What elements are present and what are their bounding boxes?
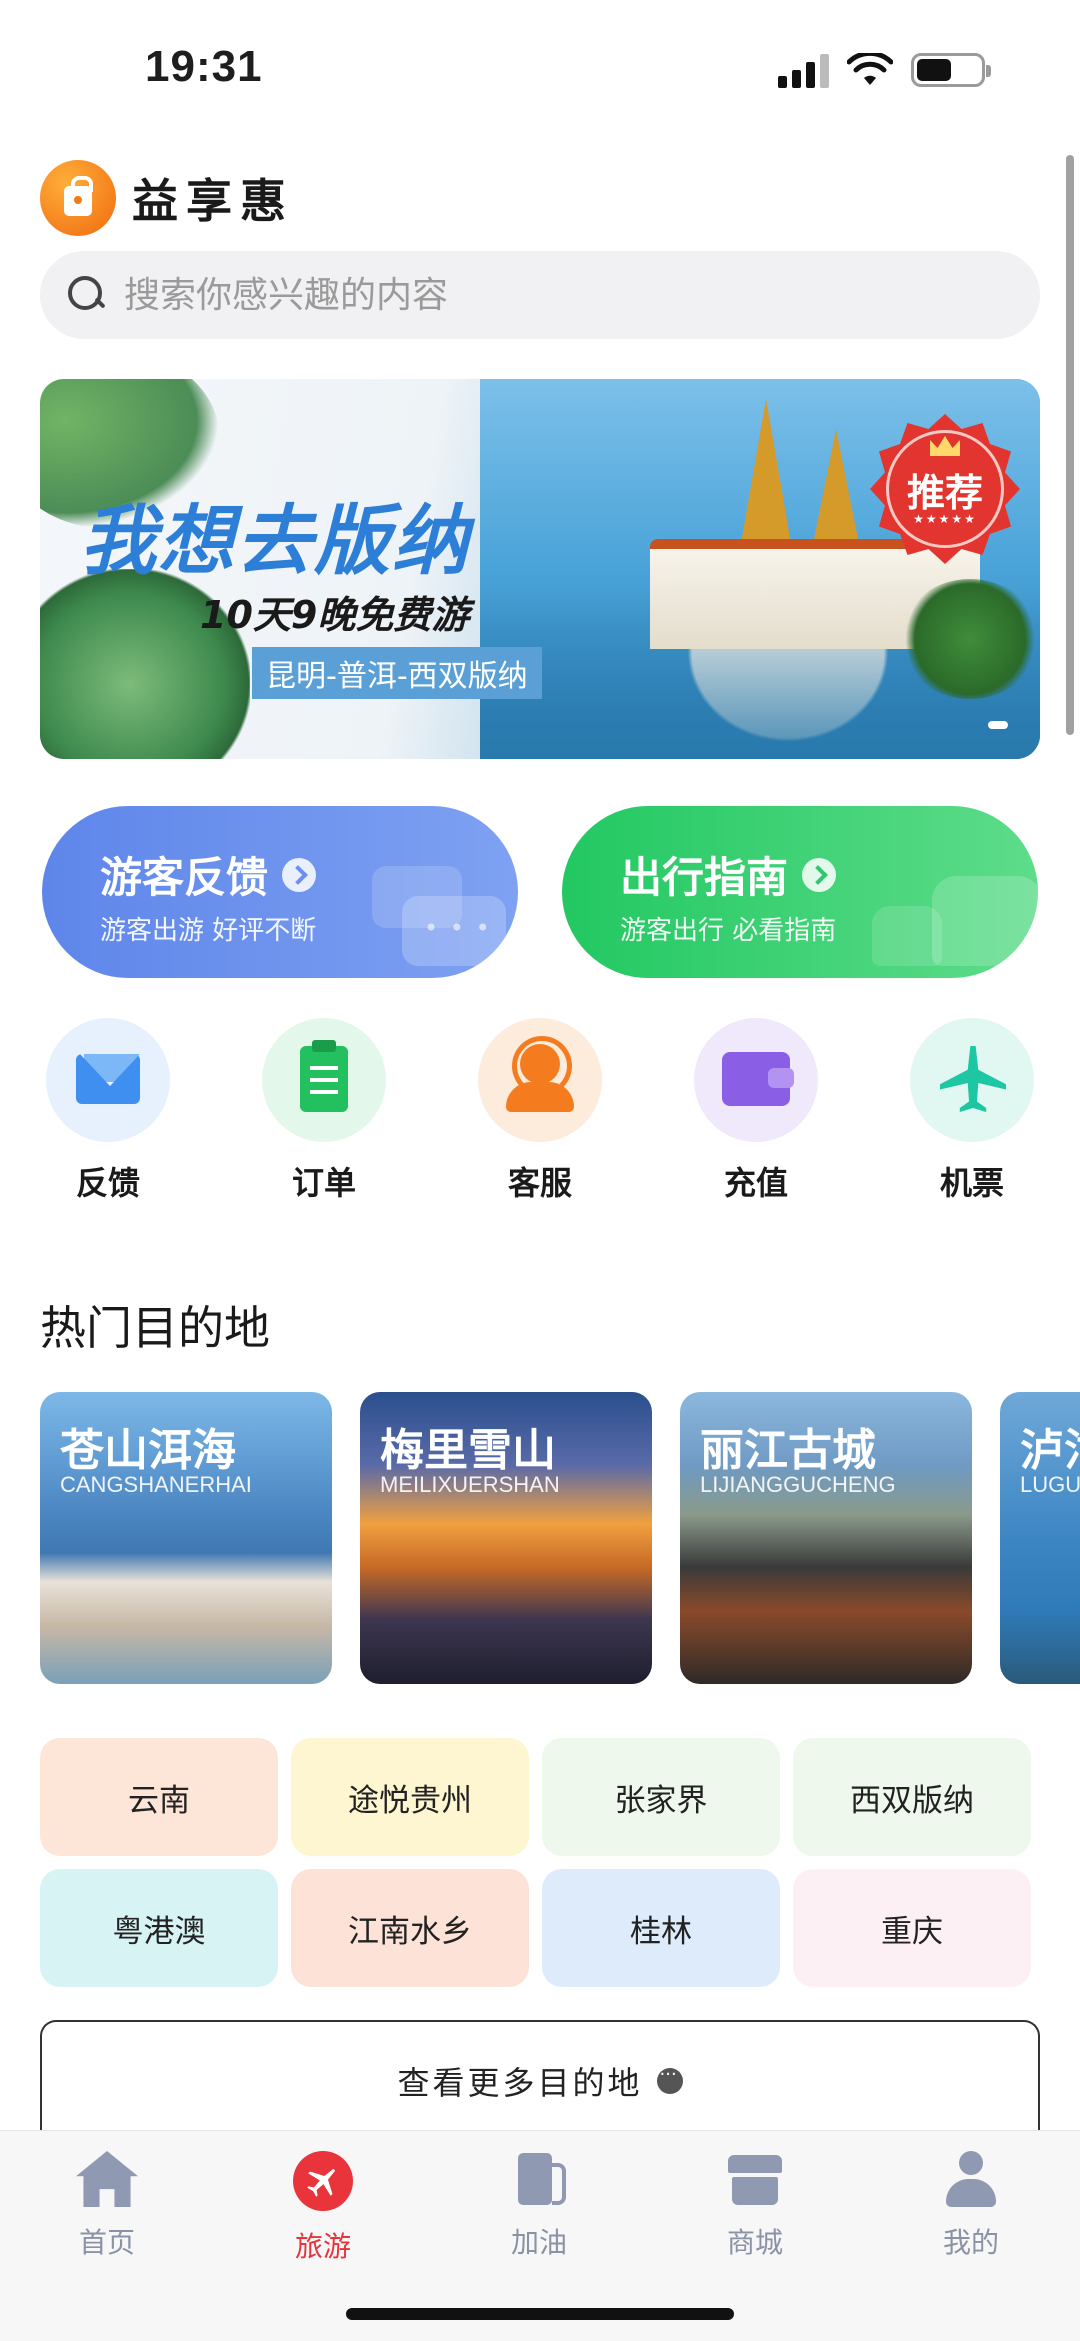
quick-action-recharge[interactable]: 充值 bbox=[681, 1018, 831, 1204]
tab-mall[interactable]: 商城 bbox=[675, 2151, 835, 2261]
quick-action-label: 反馈 bbox=[75, 1164, 140, 1202]
user-icon bbox=[940, 2151, 1002, 2207]
promo-title: 游客反馈 bbox=[100, 844, 317, 905]
search-input[interactable] bbox=[124, 274, 1004, 316]
clipboard-icon bbox=[300, 1040, 348, 1112]
scrollbar[interactable] bbox=[1066, 155, 1074, 735]
home-indicator[interactable] bbox=[346, 2308, 734, 2320]
destination-name: 泸沽 bbox=[1020, 1425, 1080, 1476]
wallet-icon bbox=[722, 1052, 794, 1106]
status-bar: 19:31 bbox=[0, 0, 1080, 140]
travel-guide-promo-card[interactable]: 出行指南 游客出行 必看指南 bbox=[562, 806, 1038, 978]
travel-plane-icon bbox=[293, 2151, 353, 2211]
more-dots-icon bbox=[656, 2064, 683, 2094]
quick-action-label: 充值 bbox=[723, 1164, 788, 1202]
tab-label: 旅游 bbox=[294, 2230, 351, 2263]
destination-pinyin: MEILIXUERSHAN bbox=[380, 1472, 560, 1497]
quick-action-feedback[interactable]: 反馈 bbox=[33, 1018, 183, 1204]
home-icon bbox=[76, 2151, 138, 2207]
tab-label: 加油 bbox=[510, 2226, 567, 2259]
wifi-icon bbox=[847, 53, 893, 85]
fuel-pump-icon bbox=[508, 2151, 570, 2207]
tab-travel[interactable]: 旅游 bbox=[243, 2151, 403, 2265]
promo-title-text: 出行指南 bbox=[620, 853, 789, 902]
destination-tag[interactable]: 途悦贵州 bbox=[291, 1738, 529, 1856]
mail-icon bbox=[76, 1054, 140, 1104]
tab-me[interactable]: 我的 bbox=[891, 2151, 1051, 2261]
quick-action-flights[interactable]: 机票 bbox=[897, 1018, 1047, 1204]
promo-subtitle: 游客出游 好评不断 bbox=[100, 916, 317, 946]
quick-action-label: 订单 bbox=[291, 1164, 356, 1202]
customer-service-icon bbox=[506, 1036, 574, 1112]
quick-action-orders[interactable]: 订单 bbox=[249, 1018, 399, 1204]
promo-subtitle: 游客出行 必看指南 bbox=[620, 916, 837, 946]
chevron-right-icon bbox=[282, 857, 317, 892]
cellular-signal-icon bbox=[778, 52, 829, 88]
quick-action-label: 客服 bbox=[507, 1164, 572, 1202]
tab-fuel[interactable]: 加油 bbox=[459, 2151, 619, 2261]
store-icon bbox=[724, 2151, 786, 2207]
banner-title: 我想去版纳 bbox=[80, 496, 470, 585]
destination-tag[interactable]: 重庆 bbox=[793, 1869, 1031, 1987]
promo-title: 出行指南 bbox=[620, 844, 837, 905]
destination-pinyin: LIJIANGGUCHENG bbox=[700, 1472, 896, 1497]
carousel-indicator bbox=[988, 721, 1008, 729]
more-destinations-label: 查看更多目的地 bbox=[397, 2064, 643, 2102]
destination-carousel[interactable]: 苍山洱海 CANGSHANERHAI 梅里雪山 MEILIXUERSHAN 丽江… bbox=[40, 1392, 1080, 1684]
status-icons bbox=[778, 52, 991, 88]
search-icon bbox=[66, 274, 108, 316]
destination-name: 梅里雪山 bbox=[380, 1425, 556, 1476]
banner-subtitle: 10天9晚免费游 bbox=[200, 593, 470, 637]
badge-label: 推荐 bbox=[906, 471, 983, 515]
destination-pinyin: CANGSHANERHAI bbox=[60, 1472, 252, 1497]
tab-home[interactable]: 首页 bbox=[27, 2151, 187, 2261]
more-destinations-button[interactable]: 查看更多目的地 bbox=[40, 2020, 1040, 2140]
destination-tag[interactable]: 江南水乡 bbox=[291, 1869, 529, 1987]
shopping-bag-logo-icon bbox=[40, 160, 116, 236]
destination-name: 丽江古城 bbox=[700, 1425, 876, 1476]
banner-route: 昆明-普洱-西双版纳 bbox=[252, 647, 542, 699]
promo-title-text: 游客反馈 bbox=[100, 853, 269, 902]
destination-card[interactable]: 泸沽 LUGU bbox=[1000, 1392, 1080, 1684]
airplane-icon bbox=[940, 1046, 1006, 1112]
destination-tag[interactable]: 粤港澳 bbox=[40, 1869, 278, 1987]
destination-tag[interactable]: 云南 bbox=[40, 1738, 278, 1856]
destination-card[interactable]: 丽江古城 LIJIANGGUCHENG bbox=[680, 1392, 972, 1684]
feedback-promo-card[interactable]: 游客反馈 游客出游 好评不断 bbox=[42, 806, 518, 978]
battery-icon bbox=[911, 53, 991, 87]
tab-label: 商城 bbox=[726, 2226, 783, 2259]
section-title: 热门目的地 bbox=[40, 1301, 270, 1355]
destination-pinyin: LUGU bbox=[1020, 1472, 1080, 1497]
destination-card[interactable]: 苍山洱海 CANGSHANERHAI bbox=[40, 1392, 332, 1684]
destination-name: 苍山洱海 bbox=[60, 1425, 236, 1476]
recommend-badge: 推荐 ★★★★★ bbox=[870, 414, 1020, 564]
quick-actions: 反馈 订单 客服 充值 机票 bbox=[0, 1018, 1080, 1208]
destination-tag[interactable]: 张家界 bbox=[542, 1738, 780, 1856]
destination-tag[interactable]: 桂林 bbox=[542, 1869, 780, 1987]
quick-action-customer-service[interactable]: 客服 bbox=[465, 1018, 615, 1204]
status-time: 19:31 bbox=[145, 42, 263, 91]
destination-card[interactable]: 梅里雪山 MEILIXUERSHAN bbox=[360, 1392, 652, 1684]
tab-label: 首页 bbox=[78, 2226, 135, 2259]
chat-bubble-icon bbox=[402, 896, 506, 966]
destination-tag[interactable]: 西双版纳 bbox=[793, 1738, 1031, 1856]
car-icon bbox=[932, 876, 1038, 966]
tab-label: 我的 bbox=[942, 2226, 999, 2259]
promo-banner[interactable]: 我想去版纳 10天9晚免费游 昆明-普洱-西双版纳 推荐 ★★★★★ bbox=[40, 379, 1040, 759]
quick-action-label: 机票 bbox=[939, 1164, 1004, 1202]
app-header: 益享惠 bbox=[40, 160, 294, 236]
banner-trees bbox=[900, 579, 1040, 699]
temple-spire bbox=[740, 399, 792, 549]
badge-stars: ★★★★★ bbox=[913, 512, 977, 526]
search-bar[interactable] bbox=[40, 251, 1040, 339]
app-name: 益享惠 bbox=[132, 174, 294, 228]
chevron-right-icon bbox=[802, 857, 837, 892]
